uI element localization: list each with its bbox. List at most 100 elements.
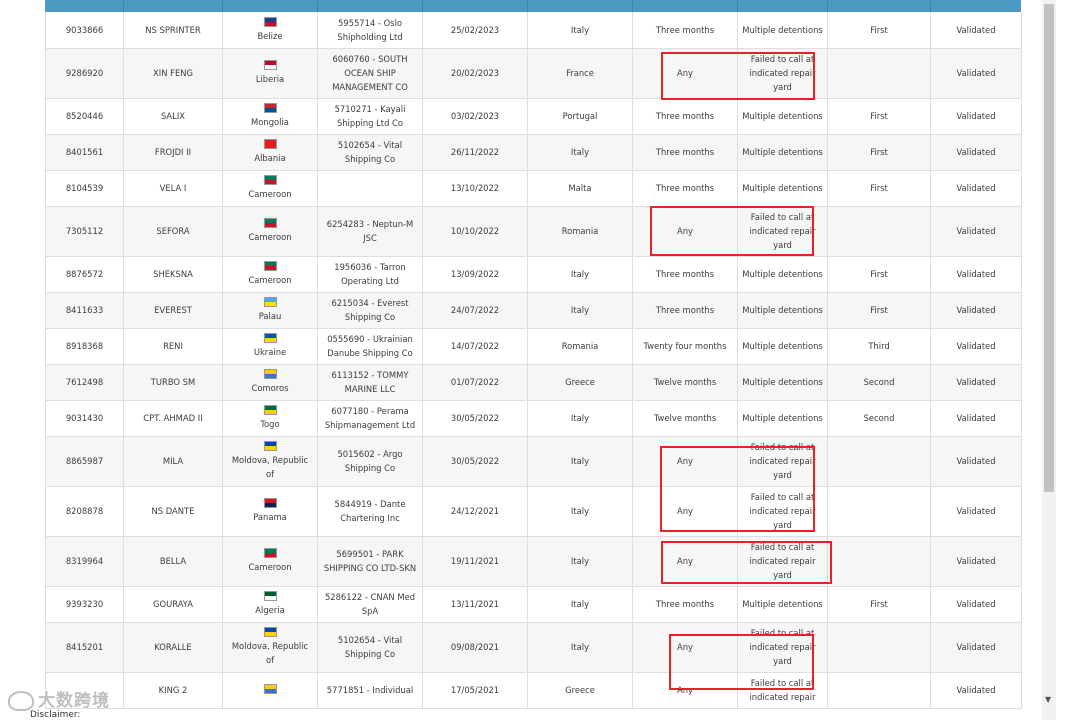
location-cell: Greece <box>527 364 633 401</box>
reason-cell: Failed to call at indicated repair yard <box>737 206 828 257</box>
company-cell: 0555690 - Ukrainian Danube Shipping Co <box>317 328 423 365</box>
ban-level-cell: First <box>827 98 931 135</box>
company-cell: 5955714 - Oslo Shipholding Ltd <box>317 12 423 49</box>
ban-duration-cell: Twelve months <box>632 364 738 401</box>
location-cell: Italy <box>527 256 633 293</box>
date-cell: 13/09/2022 <box>422 256 528 293</box>
ban-duration-cell: Three months <box>632 12 738 49</box>
flag-icon <box>263 684 277 694</box>
location-cell: France <box>527 48 633 99</box>
location-cell: Italy <box>527 436 633 487</box>
table-header <box>45 0 1021 12</box>
table-row: 8401561 FROJDI II Albania 5102654 - Vital S… <box>45 134 1022 171</box>
scrollbar-thumb[interactable] <box>1044 4 1054 492</box>
date-cell: 01/07/2022 <box>422 364 528 401</box>
flag-cell: Moldova, Republic of <box>222 622 318 673</box>
ship-name-cell: KORALLE <box>123 622 223 673</box>
flag-label: Palau <box>258 311 282 321</box>
table-row: 8415201 KORALLE Moldova, Republic of 510265… <box>45 622 1022 673</box>
table-body: 9033866 NS SPRINTER Belize 5955714 - Oslo S… <box>45 12 1022 709</box>
page: 9033866 NS SPRINTER Belize 5955714 - Oslo S… <box>0 0 1080 720</box>
date-cell: 14/07/2022 <box>422 328 528 365</box>
date-cell: 20/02/2023 <box>422 48 528 99</box>
table-row: 8104539 VELA I Cameroon 13/10/2022 Malta Thre… <box>45 170 1022 207</box>
scroll-down-arrow-icon[interactable]: ▼ <box>1045 695 1051 704</box>
reason-cell: Failed to call at indicated repair yard <box>737 536 828 587</box>
imo-cell: 8918368 <box>45 328 124 365</box>
ship-name-cell: CPT. AHMAD II <box>123 400 223 437</box>
company-cell: 6077180 - Perama Shipmanagement Ltd <box>317 400 423 437</box>
ship-name-cell: TURBO SM <box>123 364 223 401</box>
flag-cell: Albania <box>222 134 318 171</box>
reason-cell: Failed to call at indicated repair yard <box>737 436 828 487</box>
date-cell: 30/05/2022 <box>422 400 528 437</box>
ban-level-cell: First <box>827 134 931 171</box>
ban-duration-cell: Any <box>632 436 738 487</box>
flag-cell: Mongolia <box>222 98 318 135</box>
reason-cell: Failed to call at indicated repair <box>737 672 828 709</box>
date-cell: 19/11/2021 <box>422 536 528 587</box>
reason-cell: Multiple detentions <box>737 586 828 623</box>
imo-cell: 8415201 <box>45 622 124 673</box>
ban-duration-cell: Any <box>632 622 738 673</box>
company-cell: 1956036 - Tarron Operating Ltd <box>317 256 423 293</box>
flag-label: Ukraine <box>253 347 287 357</box>
flag-cell: Togo <box>222 400 318 437</box>
ship-name-cell: SEFORA <box>123 206 223 257</box>
ban-level-cell <box>827 206 931 257</box>
date-cell: 25/02/2023 <box>422 12 528 49</box>
status-cell: Validated <box>930 292 1022 329</box>
status-cell: Validated <box>930 536 1022 587</box>
ship-name-cell: RENI <box>123 328 223 365</box>
status-cell: Validated <box>930 256 1022 293</box>
ban-duration-cell: Any <box>632 48 738 99</box>
flag-icon <box>263 548 277 558</box>
status-cell: Validated <box>930 134 1022 171</box>
flag-icon <box>263 333 277 343</box>
table-row: 9393230 GOURAYA Algeria 5286122 - CNAN Med … <box>45 586 1022 623</box>
table-row: 9031430 CPT. AHMAD II Togo 6077180 - Perama… <box>45 400 1022 437</box>
status-cell: Validated <box>930 170 1022 207</box>
company-cell: 5699501 - PARK SHIPPING CO LTD-SKN <box>317 536 423 587</box>
flag-label: Moldova, Republic of <box>231 641 309 665</box>
status-cell: Validated <box>930 48 1022 99</box>
detentions-table: 9033866 NS SPRINTER Belize 5955714 - Oslo S… <box>45 0 1022 709</box>
flag-cell <box>222 672 318 709</box>
flag-label: Moldova, Republic of <box>231 455 309 479</box>
ban-duration-cell: Three months <box>632 256 738 293</box>
flag-cell: Palau <box>222 292 318 329</box>
imo-cell: 9031430 <box>45 400 124 437</box>
imo-cell: 8411633 <box>45 292 124 329</box>
company-cell: 5844919 - Dante Chartering Inc <box>317 486 423 537</box>
flag-cell: Moldova, Republic of <box>222 436 318 487</box>
status-cell: Validated <box>930 672 1022 709</box>
status-cell: Validated <box>930 328 1022 365</box>
flag-icon <box>263 441 277 451</box>
date-cell: 26/11/2022 <box>422 134 528 171</box>
vertical-scrollbar[interactable]: ▼ <box>1042 0 1056 720</box>
table-row: 8876572 SHEKSNA Cameroon 1956036 - Tarron O… <box>45 256 1022 293</box>
flag-cell: Cameroon <box>222 256 318 293</box>
table-row: 8411633 EVEREST Palau 6215034 - Everest Shi… <box>45 292 1022 329</box>
location-cell: Italy <box>527 12 633 49</box>
location-cell: Romania <box>527 328 633 365</box>
location-cell: Greece <box>527 672 633 709</box>
table-row: KING 2 5771851 - Individual 17/05/2021 Gree… <box>45 672 1022 709</box>
disclaimer-label: Disclaimer: <box>30 710 81 720</box>
flag-label: Mongolia <box>251 117 289 127</box>
ban-level-cell: First <box>827 256 931 293</box>
reason-cell: Multiple detentions <box>737 292 828 329</box>
flag-cell: Comoros <box>222 364 318 401</box>
reason-cell: Multiple detentions <box>737 98 828 135</box>
imo-cell: 8865987 <box>45 436 124 487</box>
reason-cell: Multiple detentions <box>737 328 828 365</box>
ban-level-cell: Second <box>827 364 931 401</box>
table-row: 8520446 SALIX Mongolia 5710271 - Kayali Shi… <box>45 98 1022 135</box>
reason-cell: Multiple detentions <box>737 134 828 171</box>
ban-duration-cell: Three months <box>632 170 738 207</box>
flag-label: Belize <box>257 30 283 41</box>
reason-cell: Multiple detentions <box>737 400 828 437</box>
location-cell: Italy <box>527 400 633 437</box>
imo-cell: 8208878 <box>45 486 124 537</box>
ban-duration-cell: Any <box>632 536 738 587</box>
